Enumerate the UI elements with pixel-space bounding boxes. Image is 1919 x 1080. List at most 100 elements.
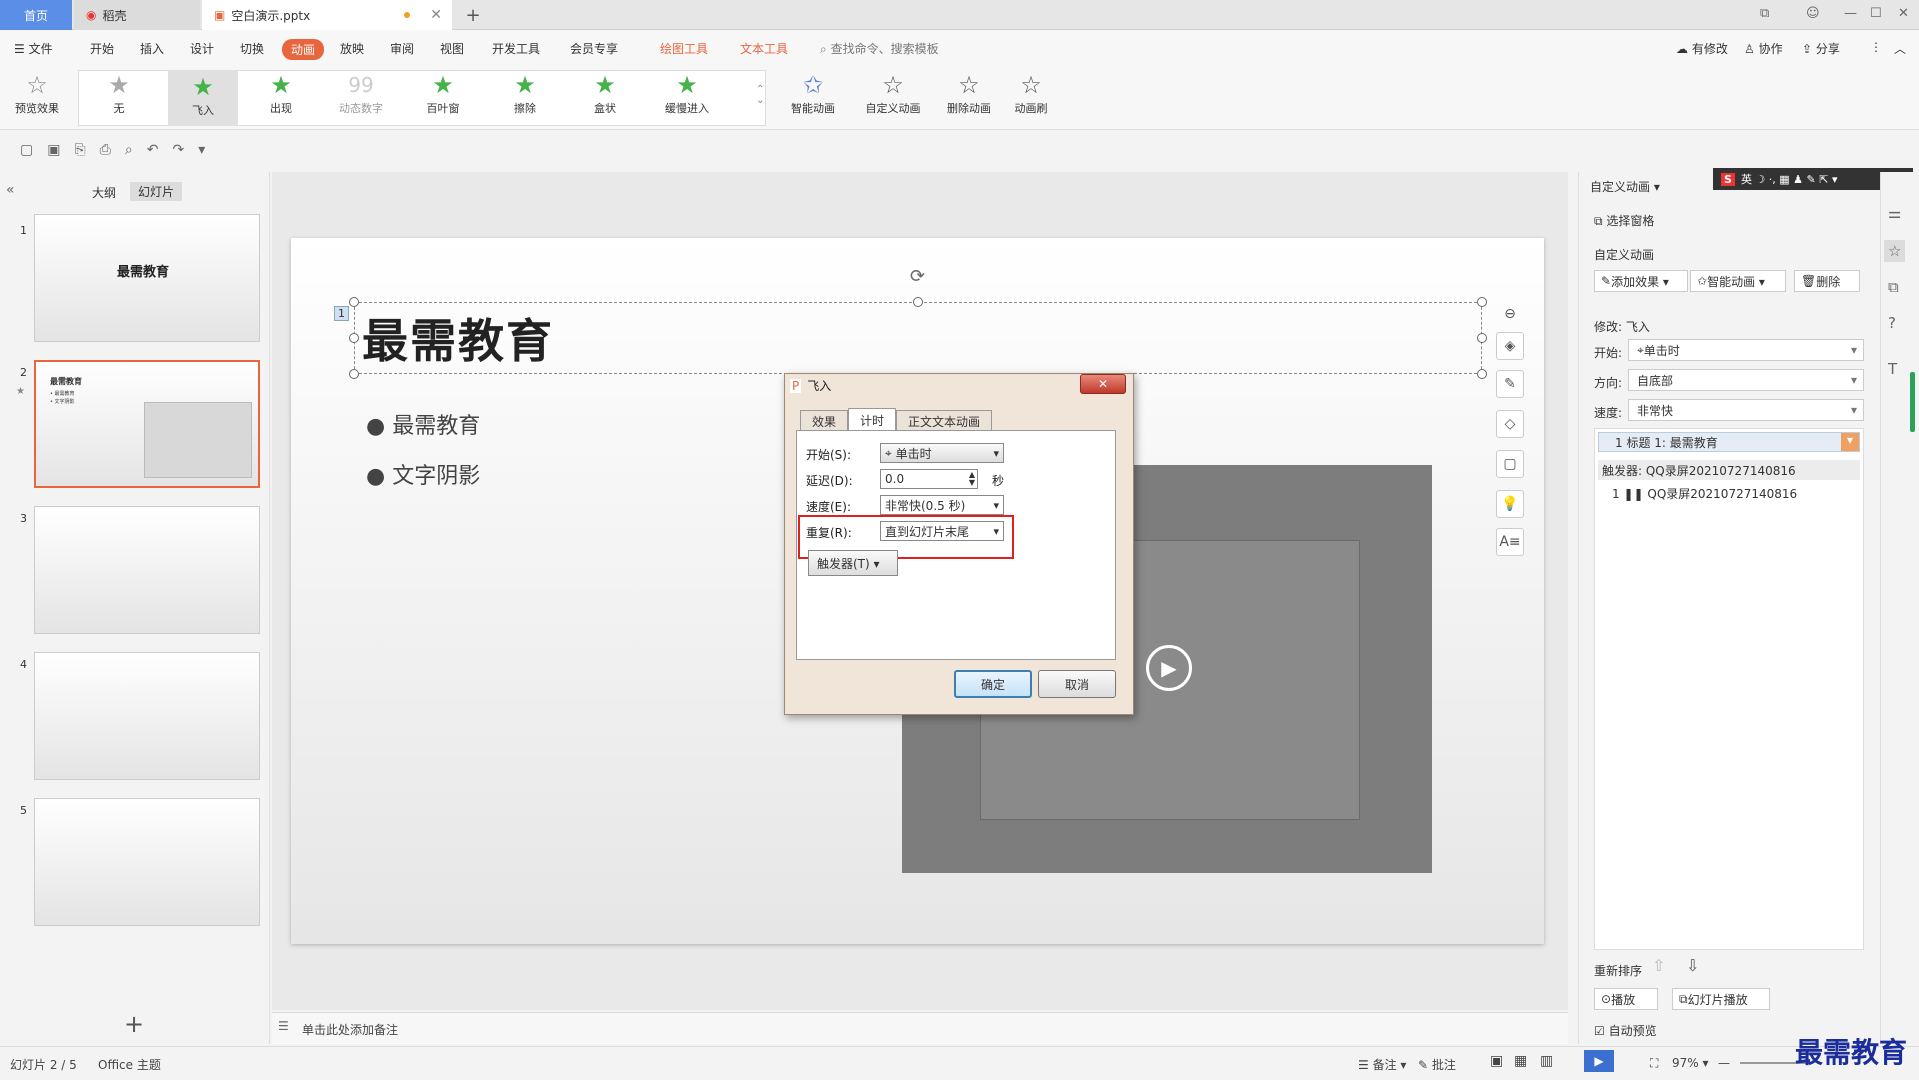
slide-thumbnail-3[interactable] — [34, 506, 260, 634]
slideshow-button[interactable]: ⧉ 幻灯片播放 — [1672, 988, 1770, 1010]
fill-icon[interactable]: ◇ — [1496, 410, 1524, 438]
smart-animation-pane-button[interactable]: ✩ 智能动画 ▾ — [1690, 270, 1786, 292]
menu-text-tools[interactable]: 文本工具 — [740, 40, 788, 57]
effect-slow-enter[interactable]: ★ 缓慢进入 — [656, 70, 718, 116]
normal-view-icon[interactable]: ▣ — [1490, 1053, 1503, 1069]
pen-icon[interactable]: ✎ — [1496, 370, 1524, 398]
rotate-handle-icon[interactable]: ⟳ — [910, 266, 925, 287]
sliders-icon[interactable]: ⚌ — [1888, 204, 1901, 222]
spinner-icon[interactable]: ▲ ▼ — [969, 471, 975, 487]
animation-list-item[interactable]: 1 标题 1: 最需教育 ▾ — [1598, 432, 1860, 452]
delete-button[interactable]: 🗑 删除 — [1794, 270, 1860, 292]
slide-thumbnail-5[interactable] — [34, 798, 260, 926]
custom-animation-button[interactable]: ☆ 自定义动画 — [862, 70, 924, 116]
smart-animation-button[interactable]: ✩ 智能动画 — [782, 70, 844, 116]
resize-handle[interactable] — [1477, 297, 1487, 307]
collapse-pane-icon[interactable]: « — [6, 182, 15, 198]
menu-insert[interactable]: 插入 — [140, 40, 164, 57]
animation-brush-button[interactable]: ☆ 动画刷 — [1000, 70, 1062, 116]
slide-thumbnail-2[interactable]: 最需教育 • 最需教育 • 文字阴影 — [34, 360, 260, 488]
effect-blinds[interactable]: ★ 百叶窗 — [412, 70, 474, 116]
tab-close-icon[interactable]: ✕ — [430, 7, 442, 23]
collapse-ribbon-icon[interactable]: ︿ — [1894, 40, 1906, 57]
play-button[interactable]: ⊙ 播放 — [1594, 988, 1658, 1010]
redo-icon[interactable]: ↷ — [172, 142, 184, 158]
close-window-button[interactable]: ✕ — [1898, 6, 1909, 21]
collab-button[interactable]: ♙ 协作 — [1744, 40, 1783, 57]
reading-view-icon[interactable]: ▥ — [1540, 1053, 1553, 1069]
text-icon[interactable]: T — [1888, 360, 1897, 378]
play-slideshow-icon[interactable]: ▶ — [1584, 1050, 1614, 1072]
menu-file[interactable]: ☰ 文件 — [14, 40, 53, 57]
menu-design[interactable]: 设计 — [190, 40, 214, 57]
tab-document[interactable]: ▣ 空白演示.pptx ✕ — [202, 0, 452, 30]
resize-handle[interactable] — [913, 297, 923, 307]
select-pane-link[interactable]: ⧉ 选择窗格 — [1594, 212, 1654, 229]
animation-list-item[interactable]: 1 ❚❚ QQ录屏20210727140816 — [1612, 485, 1797, 502]
tab-slides[interactable]: 幻灯片 — [130, 182, 183, 201]
window-layout-icon[interactable]: ⧉ — [1760, 6, 1769, 21]
sorter-view-icon[interactable]: ▦ — [1514, 1053, 1527, 1069]
menu-switch[interactable]: 切换 — [240, 40, 264, 57]
menu-draw-tools[interactable]: 绘图工具 — [660, 40, 708, 57]
maximize-button[interactable]: ☐ — [1870, 6, 1882, 21]
undo-icon[interactable]: ↶ — [147, 142, 159, 158]
tab-effect[interactable]: 效果 — [800, 410, 848, 432]
layers-icon[interactable]: ◈ — [1496, 332, 1524, 360]
tab-outline[interactable]: 大纲 — [92, 184, 116, 201]
video-play-button[interactable]: ▶ — [1146, 645, 1192, 691]
frame-icon[interactable]: ▢ — [1496, 450, 1524, 478]
slide-thumbnail-4[interactable] — [34, 652, 260, 780]
menu-view[interactable]: 视图 — [440, 40, 464, 57]
minimize-button[interactable]: — — [1844, 6, 1857, 21]
trigger-button[interactable]: 触发器(T) ▾ — [808, 550, 898, 576]
zoom-level[interactable]: 97% ▾ — [1672, 1056, 1709, 1070]
slide-title[interactable]: 最需教育 — [362, 305, 554, 371]
menu-review[interactable]: 审阅 — [390, 40, 414, 57]
zoom-out-button[interactable]: — — [1718, 1056, 1730, 1070]
resize-handle[interactable] — [1477, 333, 1487, 343]
add-effect-button[interactable]: ✎ 添加效果 ▾ — [1594, 270, 1688, 292]
changes-button[interactable]: ☁ 有修改 — [1676, 40, 1728, 57]
ok-button[interactable]: 确定 — [954, 670, 1032, 698]
dialog-close-button[interactable]: ✕ — [1080, 374, 1126, 394]
tab-daoke[interactable]: ◉ 稻壳 — [74, 0, 200, 30]
fit-window-icon[interactable]: ⛶ — [1650, 1056, 1658, 1071]
delete-animation-button[interactable]: ☆ 删除动画 — [938, 70, 1000, 116]
minus-circle-icon[interactable]: ⊖ — [1496, 300, 1524, 328]
more-icon[interactable]: ⋮ — [1870, 40, 1882, 54]
menu-animation[interactable]: 动画 — [282, 39, 325, 60]
cancel-button[interactable]: 取消 — [1038, 670, 1116, 698]
menu-start[interactable]: 开始 — [90, 40, 114, 57]
effect-box[interactable]: ★ 盒状 — [574, 70, 636, 116]
theme-name[interactable]: Office 主题 — [98, 1056, 161, 1073]
start-select[interactable]: ⌖ 单击时 — [1628, 339, 1864, 361]
slide-thumbnail-1[interactable]: 最需教育 — [34, 214, 260, 342]
notes-bar[interactable]: ☰ 单击此处添加备注 — [272, 1012, 1568, 1044]
start-dropdown[interactable]: ⌖ 单击时 — [880, 443, 1004, 463]
slide-bullet[interactable]: ● 文字阴影 — [366, 458, 480, 490]
speed-dropdown[interactable]: 非常快(0.5 秒) — [880, 495, 1004, 515]
speed-select[interactable]: 非常快 — [1628, 399, 1864, 421]
menu-dev[interactable]: 开发工具 — [492, 40, 540, 57]
tab-home[interactable]: 首页 — [0, 0, 72, 30]
pane-header[interactable]: 自定义动画 ▾ — [1590, 178, 1660, 195]
notes-toggle[interactable]: ☰ 备注 ▾ — [1358, 1056, 1406, 1073]
move-down-icon[interactable]: ⇩ — [1686, 956, 1699, 975]
print-icon[interactable]: ⎙ — [100, 142, 111, 158]
new-tab-button[interactable]: + — [458, 0, 488, 30]
animation-pane-icon[interactable]: ☆ — [1884, 240, 1906, 262]
direction-select[interactable]: 自底部 — [1628, 369, 1864, 391]
effect-appear[interactable]: ★ 出现 — [250, 70, 312, 116]
format-painter-icon[interactable]: ⎘ — [74, 142, 85, 158]
effect-wipe[interactable]: ★ 擦除 — [494, 70, 556, 116]
text-format-icon[interactable]: A≡ — [1496, 528, 1524, 556]
move-up-icon[interactable]: ⇧ — [1652, 956, 1665, 975]
resize-handle[interactable] — [1477, 369, 1487, 379]
resize-handle[interactable] — [349, 297, 359, 307]
comment-toggle[interactable]: ✎ 批注 — [1418, 1056, 1456, 1073]
save-icon[interactable]: ▣ — [47, 142, 60, 158]
share-button[interactable]: ⇪ 分享 — [1802, 40, 1840, 57]
animation-order-marker[interactable]: 1 — [334, 306, 349, 321]
preview-effect-button[interactable]: ☆ 预览效果 — [6, 70, 68, 116]
